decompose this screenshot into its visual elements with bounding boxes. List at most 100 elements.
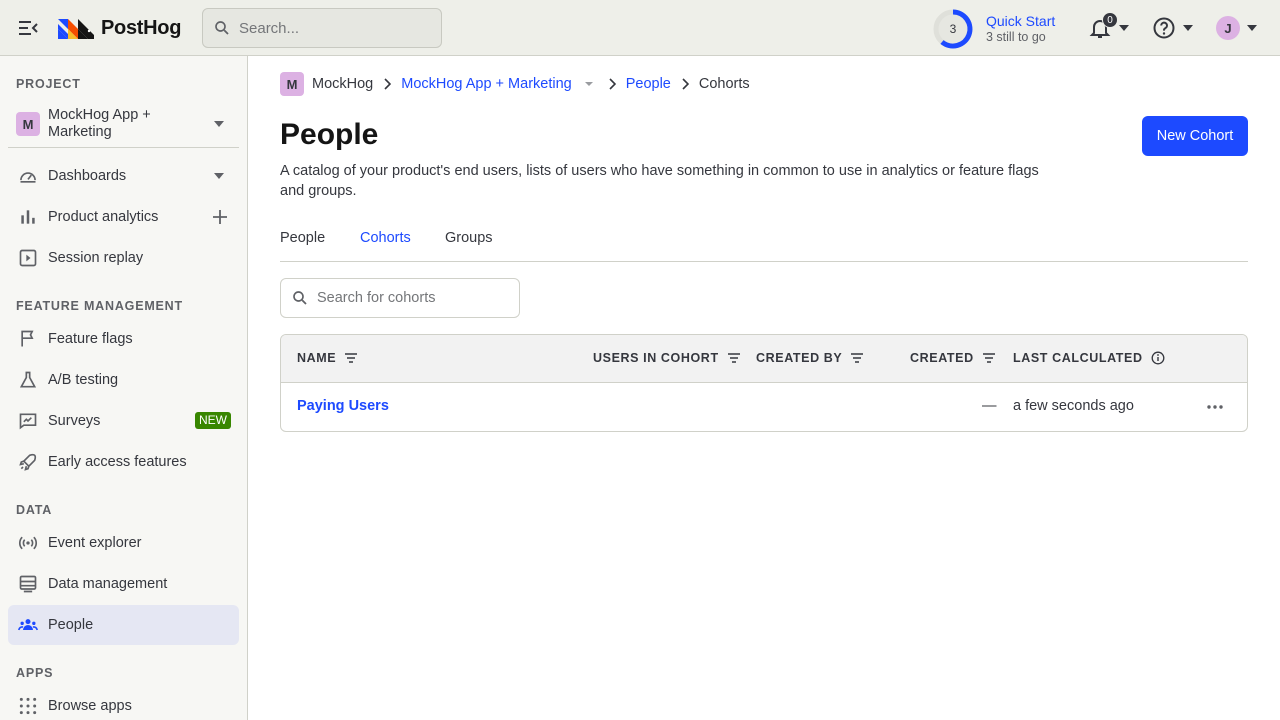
help-circle-icon [1153, 17, 1175, 39]
sidebar-divider [8, 147, 239, 148]
tab-people[interactable]: People [280, 230, 325, 261]
search-icon [293, 291, 307, 305]
breadcrumb-org[interactable]: MockHog [312, 76, 373, 92]
sidebar-item-label: Surveys [48, 413, 101, 429]
global-search[interactable] [202, 8, 442, 48]
column-header-label: CREATED [910, 351, 974, 365]
sidebar-item-people[interactable]: People [8, 605, 239, 645]
tab-groups[interactable]: Groups [445, 230, 493, 261]
quick-start-button[interactable]: 3 Quick Start 3 still to go [932, 8, 1055, 50]
quick-start-progress-ring: 3 [932, 8, 974, 50]
project-name: MockHog App + Marketing [48, 107, 151, 140]
sidebar-item-browse-apps[interactable]: Browse apps [8, 686, 239, 720]
column-header-users[interactable]: USERS IN COHORT [593, 351, 741, 365]
sort-icon [727, 353, 740, 363]
cohorts-table: NAME USERS IN COHORT CREATED BY CREATED … [280, 334, 1248, 432]
new-cohort-button[interactable]: New Cohort [1142, 116, 1248, 156]
dashboard-icon [20, 172, 36, 183]
column-header-label: CREATED BY [756, 351, 843, 365]
chevron-down-icon [214, 121, 224, 127]
sidebar-item-data-management[interactable]: Data management [8, 564, 239, 604]
page-title: People [280, 118, 379, 151]
sidebar-item-surveys[interactable]: Surveys NEW [8, 401, 239, 441]
global-search-input[interactable] [239, 19, 429, 37]
search-icon [215, 21, 229, 35]
sidebar-item-session-replay[interactable]: Session replay [8, 238, 239, 278]
sidebar-item-event-explorer[interactable]: Event explorer [8, 523, 239, 563]
breadcrumb-current: Cohorts [698, 76, 750, 92]
column-header-last-calculated[interactable]: LAST CALCULATED [1013, 351, 1165, 365]
chevron-down-icon[interactable] [213, 172, 225, 180]
posthog-logo[interactable]: PostHog [58, 15, 181, 41]
play-square-icon [19, 249, 37, 267]
avatar: J [1216, 16, 1240, 40]
tab-cohorts[interactable]: Cohorts [360, 230, 411, 261]
sidebar-item-feature-flags[interactable]: Feature flags [8, 319, 239, 359]
sidebar-item-label: Product analytics [48, 209, 159, 225]
table-header: NAME USERS IN COHORT CREATED BY CREATED … [281, 335, 1247, 383]
sidebar-section-feature-management: FEATURE MANAGEMENT [16, 299, 183, 313]
sidebar-item-ab-testing[interactable]: A/B testing [8, 360, 239, 400]
column-header-created[interactable]: CREATED [910, 351, 996, 365]
sidebar-item-product-analytics[interactable]: Product analytics [8, 197, 239, 237]
info-icon[interactable] [1151, 351, 1165, 365]
cohort-search-input[interactable] [317, 290, 507, 306]
sidebar-item-label: Event explorer [48, 535, 142, 551]
menu-toggle-icon[interactable] [16, 16, 40, 40]
cohort-name-link[interactable]: Paying Users [297, 398, 389, 414]
sidebar-section-data: DATA [16, 503, 53, 517]
sidebar-item-label: Feature flags [48, 331, 133, 347]
quick-start-title: Quick Start [986, 13, 1056, 29]
chevron-down-icon [1247, 25, 1257, 31]
sort-icon [851, 353, 864, 363]
main-content: M MockHog MockHog App + Marketing People… [248, 56, 1280, 720]
posthog-hedgehog-icon [58, 19, 94, 39]
sidebar-item-label: Browse apps [48, 698, 132, 714]
sidebar-item-early-access[interactable]: Early access features [8, 442, 239, 482]
sidebar-section-project: PROJECT [16, 77, 81, 91]
chevron-right-icon [609, 78, 616, 90]
sidebar-section-apps: APPS [16, 666, 54, 680]
sidebar-item-label: Early access features [48, 454, 187, 470]
sort-icon [982, 353, 995, 363]
rocket-icon [19, 453, 37, 471]
user-menu-button[interactable]: J [1216, 16, 1260, 40]
more-options-icon[interactable] [1203, 397, 1227, 417]
tab-bar: People Cohorts Groups [280, 228, 1248, 262]
page-description: A catalog of your product's end users, l… [280, 163, 1039, 199]
sidebar: PROJECT M MockHog App + Marketing Dashbo… [0, 56, 248, 720]
flask-icon [19, 371, 37, 388]
column-header-created-by[interactable]: CREATED BY [756, 351, 864, 365]
notifications-button[interactable]: 0 [1088, 12, 1134, 42]
plus-icon[interactable] [211, 208, 229, 226]
broadcast-icon [18, 536, 38, 550]
sort-icon [345, 353, 358, 363]
cohort-last-calculated: a few seconds ago [1013, 398, 1134, 414]
logo-text: PostHog [101, 16, 182, 39]
top-bar: PostHog 3 Quick Start 3 still to go 0 J [0, 0, 1280, 56]
project-switcher[interactable]: M MockHog App + Marketing [8, 100, 239, 148]
breadcrumb-people[interactable]: People [626, 76, 671, 92]
breadcrumb-project[interactable]: MockHog App + Marketing [401, 76, 571, 92]
bar-chart-icon [21, 210, 35, 224]
sidebar-item-label: Dashboards [48, 168, 127, 184]
chevron-down-icon[interactable] [584, 81, 594, 87]
project-badge: M [16, 112, 40, 136]
cohort-search[interactable] [280, 278, 520, 318]
quick-start-count: 3 [949, 22, 957, 36]
org-badge: M [280, 72, 304, 96]
people-icon [18, 619, 38, 631]
column-header-name[interactable]: NAME [297, 351, 358, 365]
notifications-badge: 0 [1102, 12, 1118, 28]
quick-start-subtitle: 3 still to go [986, 30, 1046, 44]
sidebar-item-label: Data management [48, 576, 168, 592]
sidebar-item-label: People [48, 617, 94, 633]
grid-icon [19, 697, 37, 715]
survey-icon [19, 413, 37, 430]
help-button[interactable] [1152, 16, 1196, 40]
cohort-created: — [982, 398, 997, 414]
sidebar-item-label: Session replay [48, 250, 144, 266]
column-header-label: NAME [297, 351, 337, 365]
sidebar-item-dashboards[interactable]: Dashboards [8, 156, 239, 196]
chevron-down-icon [1119, 25, 1129, 31]
